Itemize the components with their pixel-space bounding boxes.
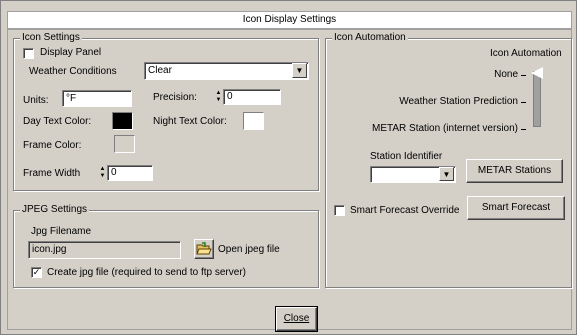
icon-settings-legend: Icon Settings: [20, 32, 82, 44]
units-value: °F: [66, 93, 77, 104]
automation-slider-track[interactable]: [533, 71, 541, 127]
smart-forecast-button[interactable]: Smart Forecast: [467, 196, 565, 220]
create-jpg-label: Create jpg file (required to send to ftp…: [47, 267, 246, 278]
icon-display-settings-window: Icon Display Settings Icon Settings Disp…: [0, 0, 577, 335]
jpg-filename-value: icon.jpg: [32, 244, 67, 255]
jpeg-settings-legend: JPEG Settings: [20, 204, 90, 216]
open-jpeg-button[interactable]: [194, 239, 214, 259]
frame-width-spinner-icon[interactable]: ▲ ▼: [98, 166, 107, 181]
night-text-color-swatch[interactable]: [243, 112, 264, 130]
chevron-down-icon[interactable]: ▼: [439, 167, 454, 181]
slider-tick: [521, 129, 526, 130]
precision-spinner-icon[interactable]: ▲ ▼: [214, 90, 223, 105]
frame-width-input[interactable]: 0: [107, 165, 153, 181]
slider-tick: [521, 102, 526, 103]
smart-forecast-override-label: Smart Forecast Override: [350, 205, 460, 216]
close-button[interactable]: Close: [275, 306, 318, 332]
automation-option-metar[interactable]: METAR Station (internet version): [372, 123, 518, 134]
precision-label: Precision:: [153, 92, 197, 103]
display-panel-checkbox[interactable]: [23, 48, 34, 59]
create-jpg-checkbox[interactable]: ✓: [31, 267, 42, 278]
day-text-color-label: Day Text Color:: [23, 116, 92, 127]
chevron-down-icon[interactable]: ▼: [292, 63, 307, 78]
checkmark-icon: ✓: [32, 267, 41, 277]
frame-width-label: Frame Width: [23, 168, 81, 179]
automation-slider-thumb[interactable]: [531, 67, 543, 79]
smart-forecast-override-checkbox[interactable]: [334, 205, 345, 216]
display-panel-label: Display Panel: [40, 47, 102, 58]
day-text-color-swatch[interactable]: [112, 112, 133, 130]
open-jpeg-label[interactable]: Open jpeg file: [218, 244, 280, 255]
weather-conditions-select[interactable]: Clear ▼: [144, 62, 309, 80]
units-label: Units:: [23, 95, 49, 106]
icon-automation-slider-title: Icon Automation: [490, 48, 562, 59]
jpg-filename-input[interactable]: icon.jpg: [28, 241, 181, 259]
precision-value: 0: [227, 91, 233, 102]
weather-conditions-label: Weather Conditions: [29, 66, 117, 77]
metar-stations-button[interactable]: METAR Stations: [466, 159, 563, 183]
night-text-color-label: Night Text Color:: [153, 116, 227, 127]
weather-conditions-value: Clear: [148, 65, 172, 76]
frame-width-value: 0: [111, 167, 117, 178]
jpg-filename-label: Jpg Filename: [31, 226, 92, 237]
precision-input[interactable]: 0: [223, 89, 281, 105]
slider-tick: [521, 75, 526, 76]
frame-color-label: Frame Color:: [23, 140, 82, 151]
station-identifier-select[interactable]: ▼: [370, 166, 456, 183]
folder-open-icon: [196, 242, 212, 255]
automation-option-none[interactable]: None: [494, 69, 518, 80]
station-identifier-label: Station Identifier: [370, 151, 443, 162]
window-title: Icon Display Settings: [7, 11, 572, 29]
automation-option-weather-station[interactable]: Weather Station Prediction: [399, 96, 518, 107]
icon-automation-legend: Icon Automation: [332, 32, 408, 44]
frame-color-swatch[interactable]: [114, 135, 135, 153]
units-input[interactable]: °F: [62, 90, 132, 107]
